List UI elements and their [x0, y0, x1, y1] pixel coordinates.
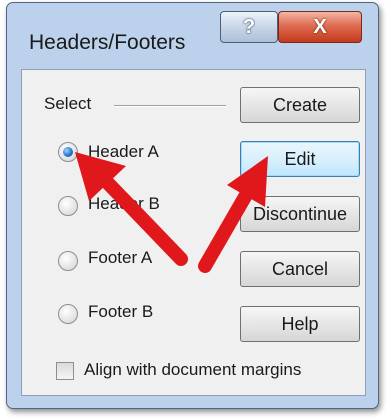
- dialog-title: Headers/Footers: [29, 31, 186, 54]
- radio-label-footer-a[interactable]: Footer A: [88, 248, 152, 268]
- title-help-button[interactable]: ?: [220, 11, 278, 43]
- radio-header-a[interactable]: [58, 142, 78, 162]
- close-icon: X: [313, 15, 327, 38]
- edit-button[interactable]: Edit: [240, 141, 360, 177]
- cancel-button[interactable]: Cancel: [240, 251, 360, 287]
- radio-header-b[interactable]: [58, 196, 78, 216]
- radio-label-footer-b[interactable]: Footer B: [88, 302, 153, 322]
- radio-footer-b[interactable]: [58, 304, 78, 324]
- select-group-label: Select: [44, 94, 92, 113]
- radio-footer-a[interactable]: [58, 251, 78, 271]
- radio-selected-dot: [63, 147, 73, 157]
- dialog-client-area: Select Header A Header B Footer A Footer…: [21, 69, 366, 396]
- title-close-button[interactable]: X: [278, 11, 362, 43]
- radio-label-header-a[interactable]: Header A: [88, 142, 159, 162]
- align-margins-checkbox[interactable]: [56, 362, 74, 380]
- radio-label-header-b[interactable]: Header B: [88, 194, 160, 214]
- align-margins-label[interactable]: Align with document margins: [84, 360, 301, 380]
- group-divider: [114, 105, 226, 107]
- help-button[interactable]: Help: [240, 306, 360, 342]
- question-mark-icon: ?: [242, 15, 256, 38]
- dialog-window: Headers/Footers ? X Select Header A Head…: [6, 2, 379, 409]
- discontinue-button[interactable]: Discontinue: [240, 196, 360, 232]
- create-button[interactable]: Create: [240, 87, 360, 123]
